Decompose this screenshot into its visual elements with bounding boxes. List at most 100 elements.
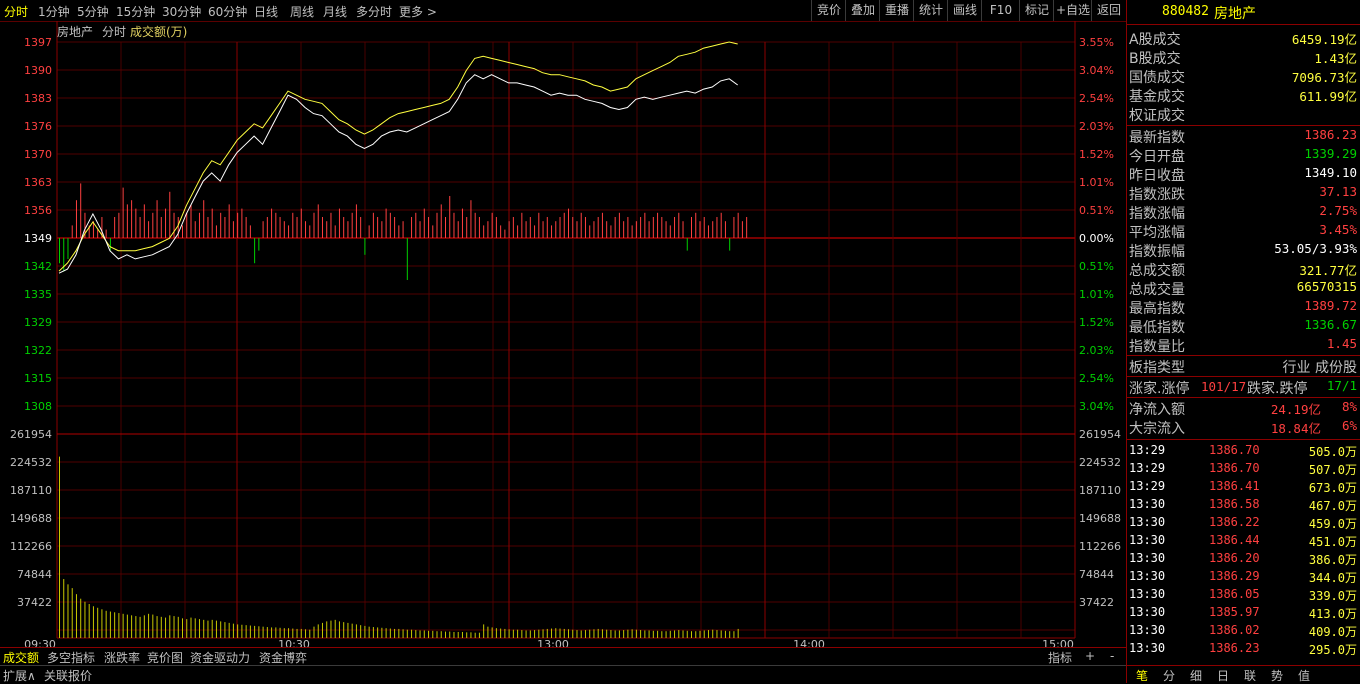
index-stat-row-label: 指数涨幅 [1129, 206, 1185, 222]
stats-button[interactable]: 统计 [913, 0, 948, 21]
price-tick-label: 1356 [24, 204, 52, 217]
tab-detail[interactable]: 细 [1190, 667, 1202, 684]
tick-time: 13:30 [1129, 551, 1166, 565]
breadth-row: 涨家.涨停 101/17 跌家.跌停 17/1 [1129, 378, 1359, 397]
tick-price: 1386.70 [1209, 461, 1260, 475]
index-stat-row-value: 37.13 [1319, 184, 1357, 199]
volume-tick-label: 112266 [10, 540, 52, 553]
tab-minutes[interactable]: 分 [1163, 667, 1175, 684]
tab-monthly[interactable]: 月线 [323, 3, 347, 20]
tick-price: 1386.58 [1209, 497, 1260, 511]
advance-label: 涨家.涨停 [1129, 381, 1190, 397]
volume-tick-label: 187110 [10, 484, 52, 497]
tab-fund-drive[interactable]: 资金驱动力 [190, 649, 250, 666]
mark-button[interactable]: 标记 [1019, 0, 1054, 21]
tab-long-short[interactable]: 多空指标 [47, 649, 95, 666]
time-axis: 09:30 10:30 13:00 14:00 15:00 [24, 638, 1074, 647]
tab-trades[interactable]: 笔 [1136, 667, 1148, 684]
overlay-button[interactable]: 叠加 [845, 0, 880, 21]
index-stat-row-label: 指数涨跌 [1129, 187, 1185, 203]
tab-fund-game[interactable]: 资金博弈 [259, 649, 307, 666]
tick-row: 13:30 1386.20 386.0万 [1129, 551, 1359, 569]
tab-value[interactable]: 值 [1298, 667, 1310, 684]
index-stat-row-value: 1339.29 [1304, 146, 1357, 161]
tab-15min[interactable]: 15分钟 [116, 3, 155, 20]
fund-flow-row: 大宗流入 6% 18.84亿 [1129, 418, 1359, 437]
tick-volume: 673.0万 [1308, 481, 1357, 495]
divider [1127, 376, 1360, 377]
time-tick-label: 14:00 [793, 638, 825, 647]
zoom-out-button[interactable]: - [1110, 649, 1114, 663]
related-quotes-tab[interactable]: 关联报价 [44, 667, 92, 684]
index-stat-row-label: 指数量比 [1129, 339, 1185, 355]
tab-multi-intraday[interactable]: 多分时 [356, 3, 392, 20]
back-button[interactable]: 返回 [1091, 0, 1126, 21]
tab-turnover[interactable]: 成交额 [3, 649, 39, 666]
tick-volume: 386.0万 [1308, 553, 1357, 567]
tab-intraday[interactable]: 分时 [4, 3, 28, 20]
tick-volume: 339.0万 [1308, 589, 1357, 603]
auction-button[interactable]: 竞价 [811, 0, 846, 21]
volume-axis-right: 261954 224532 187110 149688 112266 74844 37422 [1079, 428, 1121, 609]
index-stat-row-value: 53.05/3.93% [1274, 241, 1357, 256]
tab-30min[interactable]: 30分钟 [162, 3, 201, 20]
detail-tabbar: 笔 分 细 日 联 势 值 [1126, 665, 1360, 684]
tab-trend[interactable]: 势 [1271, 667, 1283, 684]
tab-5min[interactable]: 5分钟 [77, 3, 109, 20]
tab-more[interactable]: 更多 > [399, 3, 437, 20]
tick-volume: 459.0万 [1308, 517, 1357, 531]
index-stat-row: 今日开盘 1339.29 [1129, 146, 1359, 165]
tick-volume: 344.0万 [1308, 571, 1357, 585]
index-stat-row: 指数振幅 53.05/3.93% [1129, 241, 1359, 260]
pct-tick-label: 0.00% [1079, 232, 1114, 245]
tab-weekly[interactable]: 周线 [290, 3, 314, 20]
volume-axis-left: 261954 224532 187110 149688 112266 74844 37422 [10, 428, 52, 609]
tick-time: 13:29 [1129, 479, 1166, 493]
pct-tick-label: 1.52% [1079, 148, 1114, 161]
index-stat-row-value: 3.45% [1319, 222, 1357, 237]
tab-linked[interactable]: 联 [1244, 667, 1256, 684]
volume-tick-label: 37422 [17, 596, 52, 609]
replay-button[interactable]: 重播 [879, 0, 914, 21]
divider [1127, 355, 1360, 356]
tick-row: 13:30 1386.23 295.0万 [1129, 641, 1359, 659]
intraday-chart[interactable]: 1397 1390 1383 1376 1370 1363 1356 1349 1342 1335… [0, 21, 1126, 647]
f10-button[interactable]: F10 [981, 0, 1020, 21]
tick-volume: 295.0万 [1308, 643, 1357, 657]
tick-time: 13:30 [1129, 587, 1166, 601]
pct-tick-label: 0.51% [1079, 260, 1114, 273]
index-stat-row-label: 最低指数 [1129, 320, 1185, 336]
tick-price: 1385.97 [1209, 605, 1260, 619]
index-stat-row-label: 平均涨幅 [1129, 225, 1185, 241]
volume-tick-label: 187110 [1079, 484, 1121, 497]
price-tick-label: 1308 [24, 400, 52, 413]
tab-60min[interactable]: 60分钟 [208, 3, 247, 20]
add-watchlist-button[interactable]: +自选 [1053, 0, 1092, 21]
fund-flow-row: 净流入额 8% 24.19亿 [1129, 399, 1359, 418]
index-stat-row: 总成交量 66570315 [1129, 279, 1359, 298]
divider [1127, 397, 1360, 398]
tab-daily[interactable]: 日线 [254, 3, 278, 20]
tick-price: 1386.05 [1209, 587, 1260, 601]
tick-time: 13:30 [1129, 605, 1166, 619]
index-stat-row: 平均涨幅 3.45% [1129, 222, 1359, 241]
zoom-in-button[interactable]: + [1085, 649, 1095, 663]
expand-toggle[interactable]: 扩展∧ [3, 667, 36, 684]
index-stat-row: 总成交额 321.77亿 [1129, 260, 1359, 279]
tab-adv-decl[interactable]: 涨跌率 [104, 649, 140, 666]
index-stat-row-value: 2.75% [1319, 203, 1357, 218]
tick-price: 1386.02 [1209, 623, 1260, 637]
tick-volume: 507.0万 [1308, 463, 1357, 477]
tab-daily-detail[interactable]: 日 [1217, 667, 1229, 684]
pct-tick-label: 3.04% [1079, 64, 1114, 77]
volume-tick-label: 224532 [1079, 456, 1121, 469]
tab-auction-chart[interactable]: 竞价图 [147, 649, 183, 666]
status-bar: 扩展∧ 关联报价 [0, 665, 1126, 684]
indicator-button[interactable]: 指标 [1048, 649, 1072, 666]
pct-tick-label: 2.03% [1079, 120, 1114, 133]
turnover-row-value: 611.99亿 [1299, 89, 1357, 104]
tab-1min[interactable]: 1分钟 [38, 3, 70, 20]
price-tick-label: 1397 [24, 36, 52, 49]
price-tick-label: 1329 [24, 316, 52, 329]
draw-button[interactable]: 画线 [947, 0, 982, 21]
